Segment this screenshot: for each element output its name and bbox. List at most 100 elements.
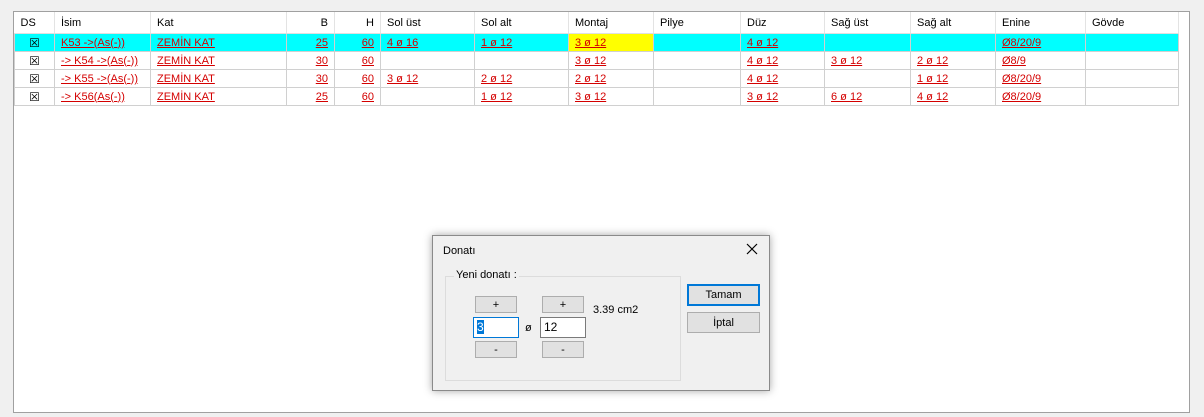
cell-sol-alt[interactable]: 1 ø 12 [474,33,569,52]
cell-sag-ust[interactable]: 6 ø 12 [824,87,911,106]
column-header-enine[interactable]: Enine [995,12,1086,34]
cell-kat[interactable]: ZEMİN KAT [150,51,287,70]
column-header-govde[interactable]: Gövde [1085,12,1179,34]
cell-isim[interactable]: -> K54 ->(As(-)) [54,51,151,70]
cell-enine[interactable]: Ø8/20/9 [995,33,1086,52]
cell-link-h[interactable]: 60 [362,55,374,67]
column-header-montaj[interactable]: Montaj [568,12,654,34]
cell-montaj[interactable]: 3 ø 12 [568,51,654,70]
cell-sag-alt[interactable] [910,33,996,52]
cell-link-montaj[interactable]: 2 ø 12 [575,73,606,85]
ds-checkbox[interactable]: ☒ [14,69,55,88]
cell-enine[interactable]: Ø8/20/9 [995,69,1086,88]
cell-link-isim[interactable]: -> K54 ->(As(-)) [61,55,138,67]
cell-pilye[interactable] [653,87,741,106]
cell-link-sol-alt[interactable]: 2 ø 12 [481,73,512,85]
cell-link-duz[interactable]: 4 ø 12 [747,73,778,85]
cell-govde[interactable] [1085,69,1179,88]
cell-link-kat[interactable]: ZEMİN KAT [157,91,215,103]
table-row[interactable]: ☒ -> K56(As(-)) ZEMİN KAT 25 60 1 ø 12 3 ø 12 3… [14,87,1179,106]
cell-link-sol-ust[interactable]: 4 ø 16 [387,37,418,49]
cell-sag-alt[interactable]: 2 ø 12 [910,51,996,70]
cell-link-sol-alt[interactable]: 1 ø 12 [481,37,512,49]
cell-sol-ust[interactable]: 4 ø 16 [380,33,475,52]
table-row[interactable]: ☒ -> K55 ->(As(-)) ZEMİN KAT 30 60 3 ø 12 2 ø … [14,69,1179,88]
cell-h[interactable]: 60 [334,87,381,106]
cell-link-b[interactable]: 30 [316,55,328,67]
cell-duz[interactable]: 4 ø 12 [740,69,825,88]
cell-enine[interactable]: Ø8/9 [995,51,1086,70]
column-header-h[interactable]: H [334,12,381,34]
cell-link-enine[interactable]: Ø8/20/9 [1002,91,1041,103]
cell-link-sag-ust[interactable]: 6 ø 12 [831,91,862,103]
cell-govde[interactable] [1085,33,1179,52]
column-header-sol-alt[interactable]: Sol alt [474,12,569,34]
column-header-isim[interactable]: İsim [54,12,151,34]
count-minus-button[interactable]: - [475,341,517,358]
cell-isim[interactable]: -> K56(As(-)) [54,87,151,106]
cell-sol-ust[interactable] [380,87,475,106]
cell-link-isim[interactable]: -> K56(As(-)) [61,91,125,103]
cell-enine[interactable]: Ø8/20/9 [995,87,1086,106]
cell-kat[interactable]: ZEMİN KAT [150,69,287,88]
cell-link-kat[interactable]: ZEMİN KAT [157,55,215,67]
cell-link-sol-alt[interactable]: 1 ø 12 [481,91,512,103]
ds-checkbox[interactable]: ☒ [14,51,55,70]
cell-h[interactable]: 60 [334,51,381,70]
diameter-input[interactable]: 12 [540,317,586,338]
cell-duz[interactable]: 4 ø 12 [740,33,825,52]
cell-sol-alt[interactable]: 2 ø 12 [474,69,569,88]
count-plus-button[interactable]: + [475,296,517,313]
cell-link-h[interactable]: 60 [362,73,374,85]
ds-checkbox[interactable]: ☒ [14,87,55,106]
cell-link-duz[interactable]: 4 ø 12 [747,37,778,49]
cell-sol-alt[interactable]: 1 ø 12 [474,87,569,106]
diameter-minus-button[interactable]: - [542,341,584,358]
cell-link-enine[interactable]: Ø8/20/9 [1002,73,1041,85]
cell-link-duz[interactable]: 4 ø 12 [747,55,778,67]
cell-b[interactable]: 30 [286,69,335,88]
cell-pilye[interactable] [653,51,741,70]
column-header-duz[interactable]: Düz [740,12,825,34]
close-icon[interactable] [743,240,761,258]
cell-link-b[interactable]: 30 [316,73,328,85]
cell-sag-ust[interactable] [824,33,911,52]
count-input[interactable]: 3 [473,317,519,338]
cell-link-sag-ust[interactable]: 3 ø 12 [831,55,862,67]
cell-link-montaj[interactable]: 3 ø 12 [575,91,606,103]
cell-sol-alt[interactable] [474,51,569,70]
cell-link-sol-ust[interactable]: 3 ø 12 [387,73,418,85]
column-header-sag-ust[interactable]: Sağ üst [824,12,911,34]
cell-sag-alt[interactable]: 1 ø 12 [910,69,996,88]
cell-govde[interactable] [1085,87,1179,106]
cell-montaj[interactable]: 3 ø 12 [568,33,654,52]
cell-link-duz[interactable]: 3 ø 12 [747,91,778,103]
column-header-b[interactable]: B [286,12,335,34]
diameter-plus-button[interactable]: + [542,296,584,313]
cell-duz[interactable]: 4 ø 12 [740,51,825,70]
cell-link-sag-alt[interactable]: 4 ø 12 [917,91,948,103]
cell-b[interactable]: 25 [286,87,335,106]
cell-sol-ust[interactable] [380,51,475,70]
cell-sol-ust[interactable]: 3 ø 12 [380,69,475,88]
cell-b[interactable]: 30 [286,51,335,70]
cell-sag-ust[interactable]: 3 ø 12 [824,51,911,70]
cell-h[interactable]: 60 [334,69,381,88]
cell-link-enine[interactable]: Ø8/9 [1002,55,1026,67]
cell-isim[interactable]: K53 ->(As(-)) [54,33,151,52]
column-header-sag-alt[interactable]: Sağ alt [910,12,996,34]
cell-link-montaj[interactable]: 3 ø 12 [575,37,606,49]
column-header-sol-ust[interactable]: Sol üst [380,12,475,34]
cell-link-isim[interactable]: -> K55 ->(As(-)) [61,73,138,85]
cell-link-isim[interactable]: K53 ->(As(-)) [61,37,125,49]
cancel-button[interactable]: İptal [687,312,760,333]
cell-b[interactable]: 25 [286,33,335,52]
cell-duz[interactable]: 3 ø 12 [740,87,825,106]
cell-pilye[interactable] [653,69,741,88]
cell-link-sag-alt[interactable]: 2 ø 12 [917,55,948,67]
cell-isim[interactable]: -> K55 ->(As(-)) [54,69,151,88]
cell-link-b[interactable]: 25 [316,37,328,49]
cell-link-montaj[interactable]: 3 ø 12 [575,55,606,67]
ds-checkbox[interactable]: ☒ [14,33,55,52]
cell-sag-ust[interactable] [824,69,911,88]
